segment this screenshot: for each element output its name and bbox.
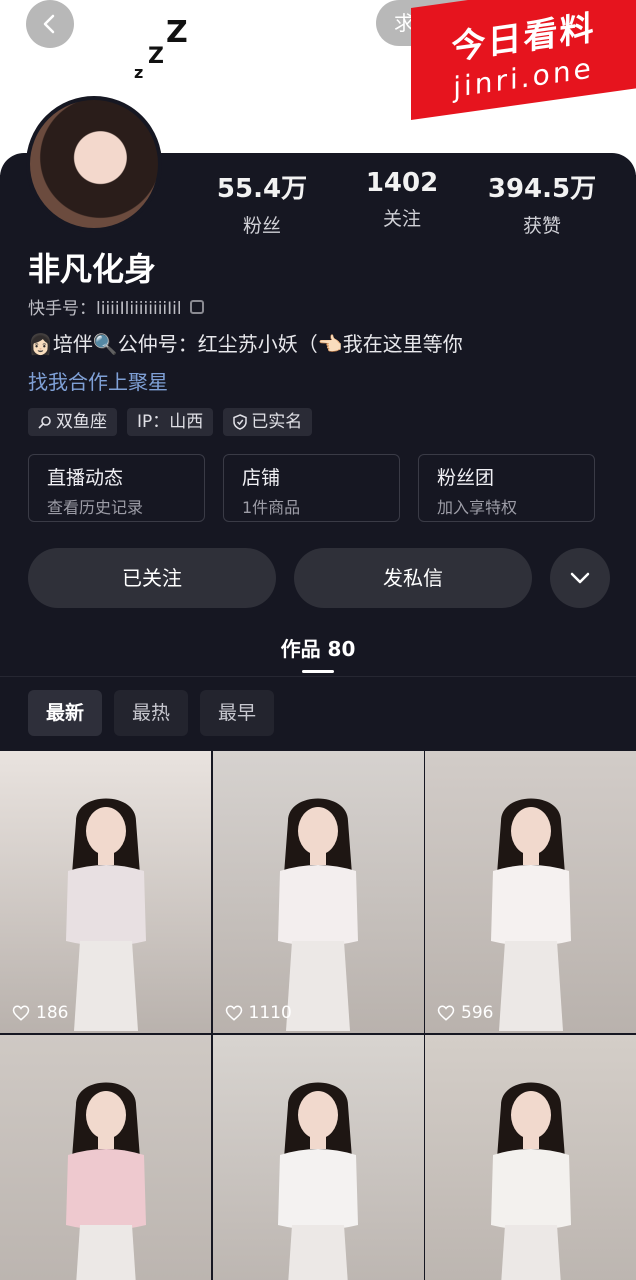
sort-newest[interactable]: 最新 [28, 690, 103, 736]
video-tile[interactable] [212, 1035, 424, 1280]
svg-text:z: z [134, 63, 143, 82]
followed-button[interactable]: 已关注 [28, 548, 276, 608]
video-thumbnail-figure [65, 1082, 146, 1280]
heart-icon [12, 1005, 30, 1021]
video-tile[interactable] [0, 1035, 211, 1280]
video-grid: 186 1110 596 [0, 751, 636, 1280]
video-tile[interactable]: 1110 [212, 751, 424, 1033]
send-message-button[interactable]: 发私信 [294, 548, 532, 608]
chevron-down-icon [570, 572, 590, 584]
video-likes: 596 [437, 1003, 493, 1023]
following-count: 1402 [365, 168, 439, 198]
sleeping-zzz-icon: z Z Z [134, 15, 188, 82]
video-likes: 1110 [225, 1003, 292, 1023]
tag-zodiac: 双鱼座 [28, 408, 117, 436]
chevron-left-icon [43, 14, 55, 34]
avatar[interactable] [26, 96, 162, 232]
video-likes-count: 1110 [248, 1003, 292, 1023]
video-likes-count: 596 [461, 1003, 494, 1023]
profile-bio: 👩🏻培伴🔍公仲号：红尘苏小妖（👈🏻我在这里等你 [28, 332, 463, 356]
kuaishou-id-value: liiiiIliiiiiiiiIil [96, 299, 182, 319]
tab-divider [0, 676, 636, 677]
likes-label: 获赞 [522, 215, 561, 237]
video-likes-count: 186 [36, 1003, 69, 1023]
video-thumbnail-figure [490, 798, 571, 1031]
copy-icon[interactable] [189, 299, 204, 314]
tag-ip-location: IP：山西 [127, 408, 214, 436]
likes-stat[interactable]: 394.5万 获赞 [472, 168, 612, 238]
heart-icon [437, 1005, 455, 1021]
followers-stat[interactable]: 55.4万 粉丝 [192, 168, 332, 238]
sort-options: 最新 最热 最早 [28, 690, 275, 736]
tab-works[interactable]: 作品 80 [0, 633, 636, 662]
svg-text:Z: Z [166, 15, 188, 50]
shield-icon [233, 414, 248, 430]
svg-text:Z: Z [148, 44, 164, 69]
kuaishou-id-label: 快手号： [28, 299, 96, 319]
back-button[interactable] [26, 0, 74, 48]
expand-button[interactable] [550, 548, 610, 608]
video-thumbnail-figure [278, 1082, 358, 1280]
video-thumbnail-figure [490, 1082, 571, 1280]
following-label: 关注 [382, 208, 421, 230]
kuaishou-id: 快手号：liiiiIliiiiiiiiIil [28, 294, 204, 319]
video-tile[interactable] [425, 1035, 636, 1280]
profile-card: 55.4万 粉丝 1402 关注 394.5万 获赞 非凡化身 快手号：liii… [0, 96, 636, 1280]
video-thumbnail-figure [65, 798, 146, 1031]
profile-actions: 已关注 发私信 [28, 548, 610, 608]
video-tile[interactable]: 186 [0, 751, 211, 1033]
profile-feature-cards: 直播动态 查看历史记录 店铺 1件商品 粉丝团 加入享特权 [28, 454, 595, 522]
tag-verified: 已实名 [223, 408, 313, 436]
profile-name: 非凡化身 [28, 250, 157, 288]
profile-tags: 双鱼座 IP：山西 已实名 [28, 408, 313, 436]
shop-card[interactable]: 店铺 1件商品 [223, 454, 400, 522]
tab-active-indicator [302, 670, 334, 673]
live-history-card[interactable]: 直播动态 查看历史记录 [28, 454, 205, 522]
video-likes: 186 [12, 1003, 68, 1023]
fan-club-card[interactable]: 粉丝团 加入享特权 [418, 454, 595, 522]
video-tile[interactable]: 596 [425, 751, 636, 1033]
search-icon [38, 416, 51, 429]
followers-label: 粉丝 [242, 215, 281, 237]
sort-earliest[interactable]: 最早 [200, 690, 275, 736]
profile-stats: 55.4万 粉丝 1402 关注 394.5万 获赞 [192, 168, 622, 238]
followers-count: 55.4万 [216, 174, 308, 204]
following-stat[interactable]: 1402 关注 [332, 168, 472, 238]
heart-icon [225, 1005, 242, 1021]
sort-hottest[interactable]: 最热 [114, 690, 189, 736]
business-cooperation-link[interactable]: 找我合作上聚星 [28, 366, 168, 395]
likes-count: 394.5万 [487, 174, 597, 204]
video-thumbnail-figure [278, 798, 358, 1031]
